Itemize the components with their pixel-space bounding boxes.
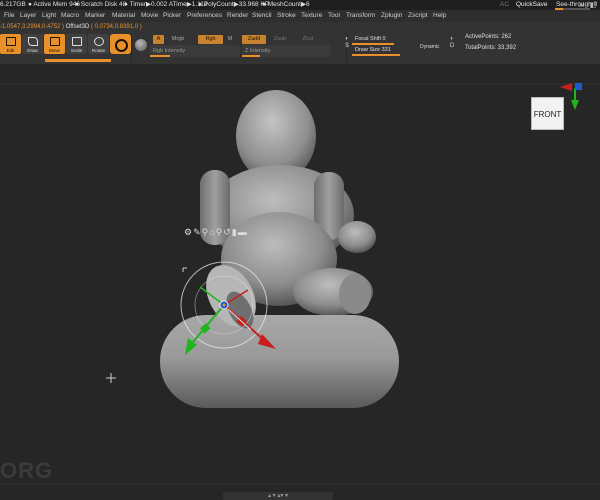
figure-base xyxy=(160,315,399,408)
pin-icon[interactable]: ✎ xyxy=(193,226,201,238)
bottom-tray-toggle[interactable]: ▴ ▾ ▴▾ ▾ xyxy=(223,492,333,500)
search-icon[interactable]: ⚲ xyxy=(216,226,223,238)
lock-icon[interactable]: ▮ xyxy=(232,226,237,238)
minus-icon[interactable]: ▬ xyxy=(238,226,247,238)
figure-foot-right xyxy=(339,274,371,314)
gizmo-toolbar: ⚙✎⚲⌂⚲↺▮▬ xyxy=(184,226,248,238)
navigation-cube[interactable]: FRONT xyxy=(531,97,564,130)
cursor-crosshair xyxy=(106,373,116,383)
gizmo-corner-bracket xyxy=(182,267,187,272)
locate-icon[interactable]: ⚲ xyxy=(202,226,209,238)
orientation-y-arrow xyxy=(571,100,579,110)
figure-hand-right xyxy=(338,221,376,253)
sculpt-canvas xyxy=(0,83,600,485)
orientation-z-box xyxy=(575,83,582,90)
gear-icon[interactable]: ⚙ xyxy=(184,226,192,238)
gizmo-center-dot xyxy=(222,303,226,307)
watermark-text: ORG xyxy=(0,458,54,483)
reset-icon[interactable]: ↺ xyxy=(223,226,231,238)
home-icon[interactable]: ⌂ xyxy=(209,226,214,238)
